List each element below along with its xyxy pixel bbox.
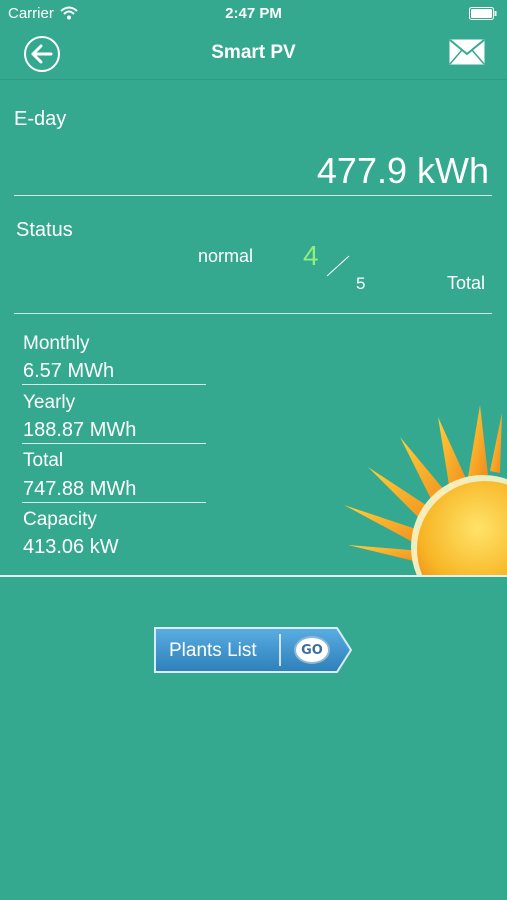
page-title: Smart PV [211, 42, 296, 63]
divider [22, 443, 206, 444]
total-label: Total [446, 273, 485, 293]
slash-divider [325, 254, 351, 283]
go-badge: GO [294, 636, 330, 664]
eday-value: 477.9 kWh [316, 150, 489, 191]
envelope-icon [449, 39, 485, 65]
divider [0, 575, 507, 577]
status-label: Status [16, 219, 73, 241]
plants-list-button[interactable]: Plants List GO [153, 626, 353, 674]
divider [22, 384, 206, 385]
normal-count: 4 [303, 240, 319, 271]
normal-label: normal [198, 246, 254, 266]
capacity-label: Capacity [23, 509, 97, 530]
capacity-value: 413.06 kW [23, 536, 119, 558]
plants-list-label: Plants List [169, 640, 257, 661]
go-label: GO [301, 643, 323, 658]
sun-graphic [340, 405, 507, 575]
total-energy-value: 747.88 MWh [23, 478, 137, 500]
yearly-value: 188.87 MWh [23, 419, 137, 441]
eday-label: E-day [14, 108, 67, 130]
divider [22, 502, 206, 503]
divider [14, 313, 492, 314]
battery-icon [469, 7, 497, 25]
monthly-value: 6.57 MWh [23, 360, 115, 382]
total-energy-label: Total [23, 450, 64, 471]
status-bar: Carrier 2:47 PM [0, 0, 507, 28]
yearly-label: Yearly [23, 392, 76, 413]
monthly-label: Monthly [23, 333, 90, 354]
clock: 2:47 PM [225, 5, 282, 22]
navigation-bar: Smart PV [0, 28, 507, 80]
mail-button[interactable] [449, 39, 485, 67]
total-count: 5 [356, 274, 366, 293]
divider [14, 195, 492, 196]
